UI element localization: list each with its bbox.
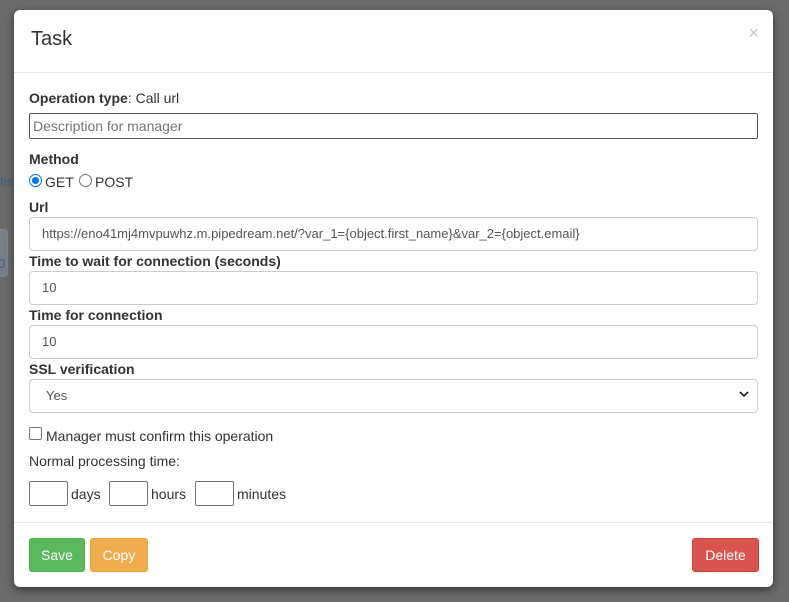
ssl-selected-value: Yes xyxy=(46,388,68,403)
task-modal: Task × Operation type: Call url Descript… xyxy=(14,10,773,587)
confirm-checkbox[interactable] xyxy=(29,427,42,440)
days-input[interactable] xyxy=(29,481,68,506)
method-get-label[interactable]: GET xyxy=(45,174,74,190)
method-get-radio[interactable] xyxy=(29,174,42,187)
url-label: Url xyxy=(29,199,49,215)
operation-type-label: Operation type xyxy=(29,90,128,106)
processing-time-label: Normal processing time: xyxy=(29,453,180,469)
connection-time-label: Time for connection xyxy=(29,307,163,323)
delete-button[interactable]: Delete xyxy=(692,538,759,572)
wait-time-label: Time to wait for connection (seconds) xyxy=(29,253,281,269)
save-button[interactable]: Save xyxy=(29,538,85,572)
copy-button[interactable]: Copy xyxy=(90,538,148,572)
hours-input[interactable] xyxy=(109,481,148,506)
close-icon[interactable]: × xyxy=(748,24,759,42)
modal-title: Task xyxy=(31,28,73,50)
method-post-radio[interactable] xyxy=(79,174,92,187)
method-label: Method xyxy=(29,151,79,167)
ssl-select[interactable]: Yes xyxy=(29,379,758,413)
method-post-label[interactable]: POST xyxy=(95,174,133,190)
minutes-input[interactable] xyxy=(195,481,234,506)
modal-header: Task × xyxy=(14,10,773,73)
minutes-label: minutes xyxy=(237,486,287,502)
connection-time-input[interactable]: 10 xyxy=(29,325,758,359)
operation-type-value: Call url xyxy=(135,90,180,106)
operation-type-separator: : xyxy=(127,90,132,106)
modal-footer-divider xyxy=(14,522,773,523)
wait-time-input[interactable]: 10 xyxy=(29,271,758,305)
chevron-down-icon xyxy=(739,391,749,398)
days-label: days xyxy=(71,486,101,502)
ssl-label: SSL verification xyxy=(29,361,135,377)
confirm-label[interactable]: Manager must confirm this operation xyxy=(46,428,273,444)
backdrop-text-fragment-2: 0 xyxy=(0,256,6,271)
operation-type: Operation type: Call url xyxy=(29,90,179,106)
url-input[interactable]: https://eno41mj4mvpuwhz.m.pipedream.net/… xyxy=(29,217,758,251)
hours-label: hours xyxy=(151,486,187,502)
description-input[interactable]: Description for manager xyxy=(29,113,758,139)
backdrop-text-fragment: tis xyxy=(0,174,13,189)
